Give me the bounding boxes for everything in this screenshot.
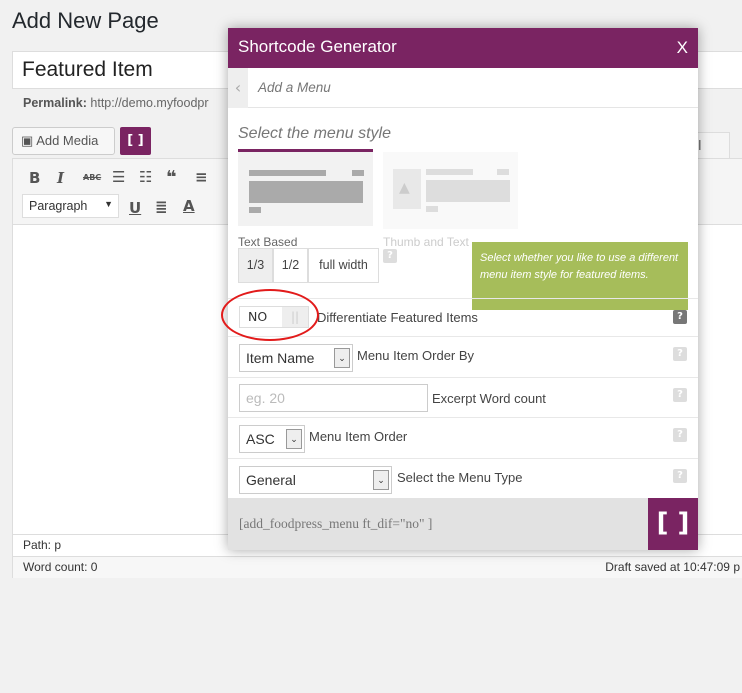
underline-icon[interactable]: U	[129, 199, 141, 217]
justify-icon[interactable]: ≣	[155, 198, 168, 216]
help-icon[interactable]: ?	[673, 469, 687, 483]
draft-status: Draft saved at 10:47:09 p	[605, 560, 740, 574]
status-bar: Word count: 0 Draft saved at 10:47:09 p	[13, 556, 742, 578]
modal-title: Shortcode Generator	[238, 37, 397, 56]
width-button-1-3[interactable]: 1/3	[238, 248, 273, 283]
bullet-list-icon[interactable]: ☰	[112, 168, 125, 186]
order-label: Menu Item Order	[309, 429, 408, 444]
shortcode-button[interactable]: [ ]	[120, 127, 151, 155]
section-heading: Select the menu style	[238, 125, 391, 142]
row-order: ASC ⌄ Menu Item Order ?	[228, 417, 698, 458]
chevron-down-icon: ⌄	[373, 470, 389, 490]
help-icon[interactable]: ?	[673, 388, 687, 402]
chevron-down-icon: ⌄	[334, 348, 350, 368]
annotation-circle	[221, 289, 319, 341]
insert-shortcode-button[interactable]: [ ]	[648, 498, 698, 550]
shortcode-footer: [add_foodpress_menu ft_dif="no" ] [ ]	[228, 498, 698, 550]
order-by-value: Item Name	[246, 350, 315, 366]
bold-icon[interactable]: B	[29, 169, 40, 187]
help-icon[interactable]: ?	[383, 249, 397, 263]
help-icon[interactable]: ?	[673, 347, 687, 361]
shortcode-output[interactable]: [add_foodpress_menu ft_dif="no" ]	[239, 516, 432, 532]
row-order-by: Item Name ⌄ Menu Item Order By ?	[228, 336, 698, 377]
format-value: Paragraph	[29, 199, 88, 213]
row-menu-type: General ⌄ Select the Menu Type ?	[228, 458, 698, 498]
help-icon[interactable]: ?	[673, 428, 687, 442]
order-value: ASC	[246, 431, 275, 447]
modal-header: Shortcode Generator X	[228, 28, 698, 68]
order-by-label: Menu Item Order By	[357, 348, 475, 363]
toggle-label: Differentiate Featured Items	[317, 310, 478, 325]
image-icon: ▲	[399, 180, 410, 196]
excerpt-label: Excerpt Word count	[432, 391, 546, 406]
style-text-based[interactable]	[238, 149, 373, 226]
width-button-1-2[interactable]: 1/2	[273, 248, 308, 283]
italic-icon[interactable]: I	[57, 169, 64, 187]
row-excerpt: eg. 20 Excerpt Word count ?	[228, 377, 698, 417]
media-icon: ▣	[21, 133, 37, 148]
chevron-down-icon: ▼	[104, 199, 113, 209]
style-thumb-and-text[interactable]: ▲	[383, 152, 518, 229]
style-label: Thumb and Text	[383, 235, 469, 249]
menu-type-select[interactable]: General ⌄	[239, 466, 392, 494]
back-arrow-icon[interactable]: ‹	[228, 68, 248, 108]
menu-type-value: General	[246, 472, 296, 488]
permalink-url[interactable]: http://demo.myfoodpr	[90, 96, 208, 110]
chevron-down-icon: ⌄	[286, 429, 302, 449]
word-count: Word count: 0	[23, 560, 98, 574]
add-media-button[interactable]: ▣ Add Media	[12, 127, 115, 155]
add-media-label: Add Media	[36, 133, 99, 148]
order-select[interactable]: ASC ⌄	[239, 425, 305, 453]
width-button-full[interactable]: full width	[308, 248, 379, 283]
strikethrough-icon[interactable]: ABC	[83, 173, 101, 182]
order-by-select[interactable]: Item Name ⌄	[239, 344, 353, 372]
shortcode-generator-modal: Shortcode Generator X ‹ Add a Menu Select …	[228, 28, 698, 550]
permalink-label: Permalink:	[23, 96, 87, 110]
modal-subtitle: Add a Menu	[258, 80, 331, 95]
text-color-icon[interactable]: A	[183, 197, 195, 215]
align-left-icon[interactable]: ≡	[195, 168, 208, 186]
blockquote-icon[interactable]: ❝	[166, 167, 177, 188]
style-label: Text Based	[238, 235, 298, 249]
excerpt-word-count-input[interactable]: eg. 20	[239, 384, 428, 412]
close-button[interactable]: X	[677, 38, 688, 58]
modal-subheader: ‹ Add a Menu	[228, 68, 698, 108]
format-select[interactable]: Paragraph ▼	[22, 194, 119, 218]
numbered-list-icon[interactable]: ☷	[139, 168, 152, 186]
help-icon[interactable]: ?	[673, 310, 687, 324]
menu-type-label: Select the Menu Type	[397, 470, 523, 485]
page-title: Add New Page	[12, 8, 159, 33]
permalink: Permalink: http://demo.myfoodpr	[23, 96, 209, 110]
